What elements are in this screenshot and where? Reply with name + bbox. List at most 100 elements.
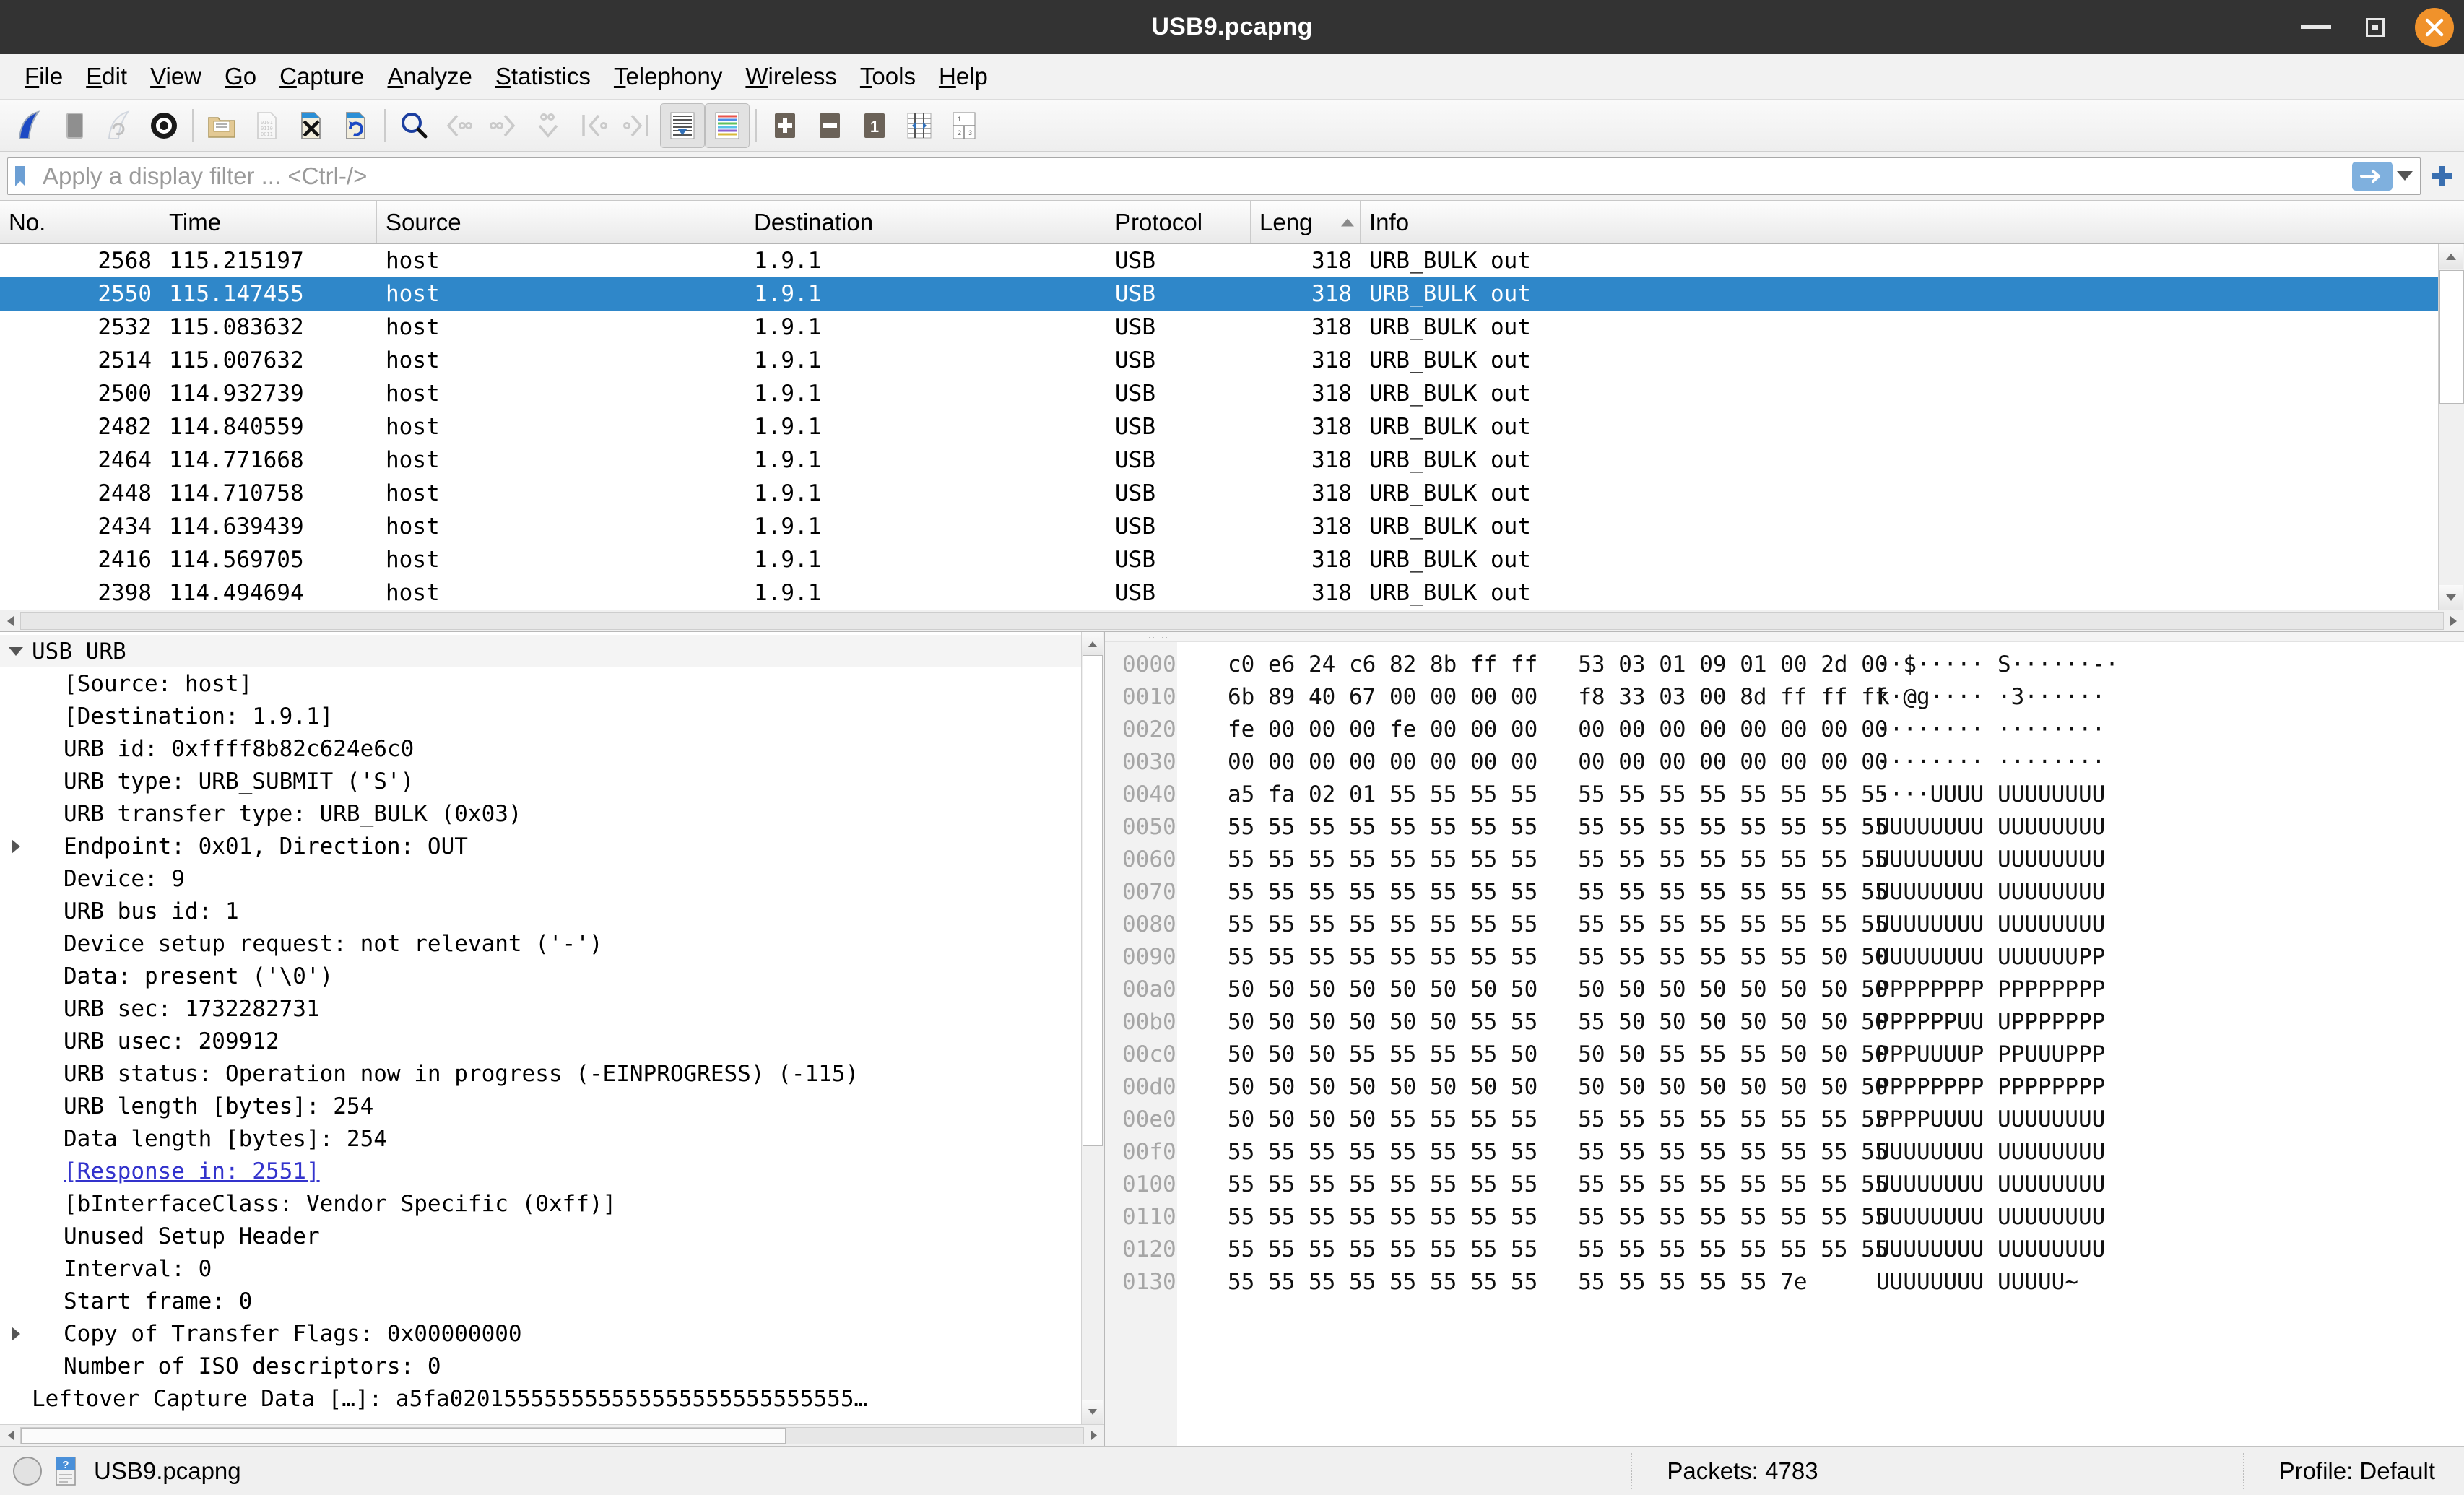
column-header-no[interactable]: No.	[0, 201, 160, 243]
packet-row[interactable]: 2448 114.710758 host 1.9.1 USB 318 URB_BULK ou…	[0, 477, 2464, 510]
menu-capture[interactable]: Capture	[268, 60, 376, 93]
menu-help[interactable]: Help	[927, 60, 999, 93]
packet-row[interactable]: 2416 114.569705 host 1.9.1 USB 318 URB_BULK ou…	[0, 543, 2464, 576]
column-header-protocol[interactable]: Protocol	[1106, 201, 1251, 243]
hex-row[interactable]: 0020 fe 00 00 00 fe 00 00 00 00 00 00 00 …	[1105, 713, 2464, 745]
hex-row[interactable]: 00c0 50 50 50 55 55 55 55 50 50 50 55 55 …	[1105, 1038, 2464, 1070]
detail-tree-row[interactable]: URB type: URB_SUBMIT ('S')	[0, 765, 1081, 797]
detail-tree-row[interactable]: [Source: host]	[0, 667, 1081, 700]
hex-row[interactable]: 0070 55 55 55 55 55 55 55 55 55 55 55 55 …	[1105, 875, 2464, 908]
packet-row[interactable]: 2398 114.494694 host 1.9.1 USB 318 URB_BULK ou…	[0, 576, 2464, 610]
twisty-collapsed-icon[interactable]	[0, 838, 32, 854]
hex-row[interactable]: 0100 55 55 55 55 55 55 55 55 55 55 55 55 …	[1105, 1168, 2464, 1200]
zoom-in-icon[interactable]	[763, 103, 807, 148]
hex-row[interactable]: 0010 6b 89 40 67 00 00 00 00 f8 33 03 00 …	[1105, 680, 2464, 713]
packet-row[interactable]: 2434 114.639439 host 1.9.1 USB 318 URB_BULK ou…	[0, 510, 2464, 543]
zoom-reset-icon[interactable]: 1	[852, 103, 897, 148]
go-back-icon[interactable]	[436, 103, 481, 148]
detail-tree-row[interactable]: URB transfer type: URB_BULK (0x03)	[0, 797, 1081, 830]
packet-list-scroll-thumb[interactable]	[2439, 270, 2464, 404]
apply-filter-arrow-icon[interactable]	[2352, 161, 2393, 191]
packet-detail-hscrollbar[interactable]	[0, 1424, 1104, 1446]
menu-statistics[interactable]: Statistics	[484, 60, 602, 93]
packet-detail-tree[interactable]: USB URB [Source: host] [Destination: 1.9.1…	[0, 632, 1081, 1424]
detail-tree-row[interactable]: Data: present ('\0')	[0, 960, 1081, 992]
open-file-icon[interactable]	[199, 103, 244, 148]
detail-tree-row[interactable]: URB sec: 1732282731	[0, 992, 1081, 1025]
hex-row[interactable]: 0090 55 55 55 55 55 55 55 55 55 55 55 55 …	[1105, 940, 2464, 973]
column-header-time[interactable]: Time	[160, 201, 377, 243]
close-file-icon[interactable]	[289, 103, 334, 148]
twisty-expanded-icon[interactable]	[0, 646, 32, 656]
detail-hscroll-track[interactable]	[20, 1426, 1084, 1444]
packet-row[interactable]: 2464 114.771668 host 1.9.1 USB 318 URB_BULK ou…	[0, 443, 2464, 477]
menu-edit[interactable]: Edit	[74, 60, 139, 93]
colorize-icon[interactable]	[705, 103, 750, 148]
hex-row[interactable]: 00d0 50 50 50 50 50 50 50 50 50 50 50 50 …	[1105, 1070, 2464, 1103]
detail-scroll-right-arrow-icon[interactable]	[1084, 1426, 1104, 1446]
menu-go[interactable]: Go	[213, 60, 268, 93]
column-header-source[interactable]: Source	[377, 201, 745, 243]
bookmark-icon[interactable]	[8, 157, 32, 194]
hex-row[interactable]: 0000 c0 e6 24 c6 82 8b ff ff 53 03 01 09 …	[1105, 648, 2464, 680]
hex-row[interactable]: 0030 00 00 00 00 00 00 00 00 00 00 00 00 …	[1105, 745, 2464, 778]
detail-scroll-down-arrow-icon[interactable]	[1082, 1400, 1103, 1424]
scroll-up-arrow-icon[interactable]	[2439, 244, 2463, 269]
packet-detail-scrollbar[interactable]	[1081, 632, 1104, 1424]
detail-tree-row[interactable]: Start frame: 0	[0, 1285, 1081, 1317]
resize-columns-icon[interactable]	[897, 103, 942, 148]
capture-file-properties-icon[interactable]: ?	[53, 1456, 78, 1486]
hex-row[interactable]: 00f0 55 55 55 55 55 55 55 55 55 55 55 55 …	[1105, 1135, 2464, 1168]
twisty-collapsed-icon[interactable]	[0, 1326, 32, 1341]
save-file-icon[interactable]: 0101 0110 0011	[244, 103, 289, 148]
detail-tree-row[interactable]: Device setup request: not relevant ('-')	[0, 927, 1081, 960]
add-filter-plus-icon[interactable]	[2428, 162, 2457, 191]
stop-capture-icon[interactable]	[52, 103, 97, 148]
detail-tree-label[interactable]: [Response in: 2551]	[32, 1158, 320, 1184]
capture-options-icon[interactable]	[142, 103, 186, 148]
scroll-right-arrow-icon[interactable]	[2444, 611, 2464, 631]
column-header-length[interactable]: Leng	[1251, 201, 1361, 243]
packet-row[interactable]: 2500 114.932739 host 1.9.1 USB 318 URB_BULK ou…	[0, 377, 2464, 410]
menu-file[interactable]: File	[13, 60, 74, 93]
hex-rows-container[interactable]: 0000 c0 e6 24 c6 82 8b ff ff 53 03 01 09 …	[1105, 642, 2464, 1298]
packet-row[interactable]: 2550 115.147455 host 1.9.1 USB 318 URB_BULK ou…	[0, 277, 2464, 311]
detail-tree-row[interactable]: URB status: Operation now in progress (-…	[0, 1057, 1081, 1090]
hex-row[interactable]: 0040 a5 fa 02 01 55 55 55 55 55 55 55 55 …	[1105, 778, 2464, 810]
menu-tools[interactable]: Tools	[849, 60, 927, 93]
detail-tree-row[interactable]: URB length [bytes]: 254	[0, 1090, 1081, 1122]
hex-row[interactable]: 00b0 50 50 50 50 50 50 55 55 55 50 50 50 …	[1105, 1005, 2464, 1038]
scroll-left-arrow-icon[interactable]	[0, 611, 20, 631]
detail-hscroll-thumb[interactable]	[21, 1427, 786, 1444]
go-last-packet-icon[interactable]	[615, 103, 660, 148]
detail-tree-row[interactable]: Number of ISO descriptors: 0	[0, 1350, 1081, 1382]
hex-row[interactable]: 0120 55 55 55 55 55 55 55 55 55 55 55 55 …	[1105, 1233, 2464, 1265]
menu-view[interactable]: View	[139, 60, 213, 93]
packet-row[interactable]: 2532 115.083632 host 1.9.1 USB 318 URB_BULK ou…	[0, 311, 2464, 344]
packet-list-hscrollbar[interactable]	[0, 610, 2464, 631]
chevron-down-icon[interactable]	[2397, 171, 2413, 181]
layout-icon[interactable]: 1 23	[942, 103, 986, 148]
go-to-packet-icon[interactable]	[526, 103, 571, 148]
hex-row[interactable]: 0050 55 55 55 55 55 55 55 55 55 55 55 55 …	[1105, 810, 2464, 843]
zoom-out-icon[interactable]	[807, 103, 852, 148]
autoscroll-icon[interactable]	[660, 103, 705, 148]
hex-row[interactable]: 0080 55 55 55 55 55 55 55 55 55 55 55 55 …	[1105, 908, 2464, 940]
packet-row[interactable]: 2568 115.215197 host 1.9.1 USB 318 URB_BULK ou…	[0, 244, 2464, 277]
detail-scroll-thumb[interactable]	[1083, 655, 1103, 1146]
hex-row[interactable]: 0060 55 55 55 55 55 55 55 55 55 55 55 55 …	[1105, 843, 2464, 875]
detail-tree-row[interactable]: Unused Setup Header	[0, 1220, 1081, 1252]
hex-row[interactable]: 0110 55 55 55 55 55 55 55 55 55 55 55 55 …	[1105, 1200, 2464, 1233]
hex-row[interactable]: 0130 55 55 55 55 55 55 55 55 55 55 55 55 …	[1105, 1265, 2464, 1298]
display-filter-input[interactable]: Apply a display filter ... <Ctrl-/>	[7, 157, 2421, 195]
detail-tree-row[interactable]: URB id: 0xffff8b82c624e6c0	[0, 732, 1081, 765]
detail-tree-row[interactable]: USB URB	[0, 635, 1081, 667]
detail-tree-row[interactable]: URB bus id: 1	[0, 895, 1081, 927]
detail-scroll-up-arrow-icon[interactable]	[1082, 632, 1103, 656]
detail-tree-row[interactable]: [Response in: 2551]	[0, 1155, 1081, 1187]
detail-tree-row[interactable]: Device: 9	[0, 862, 1081, 895]
expert-info-icon[interactable]	[13, 1456, 42, 1486]
detail-tree-row[interactable]: Copy of Transfer Flags: 0x00000000	[0, 1317, 1081, 1350]
detail-tree-row[interactable]: Interval: 0	[0, 1252, 1081, 1285]
packet-list-scrollbar[interactable]	[2438, 244, 2464, 610]
